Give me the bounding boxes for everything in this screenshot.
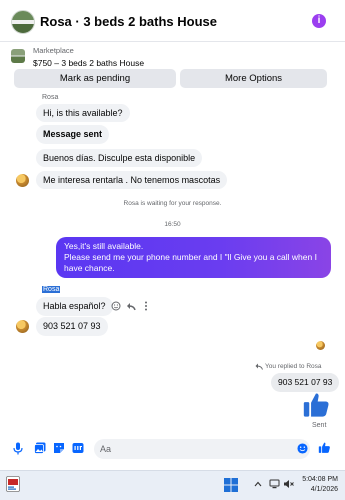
more-options-button[interactable]: More Options [180, 69, 327, 88]
message-bubble[interactable]: Habla español? [36, 297, 113, 316]
message-input[interactable] [94, 439, 310, 459]
time-divider: 16:50 [164, 221, 181, 228]
conversation-header: Rosa · 3 beds 2 baths House i [0, 0, 345, 42]
message-bubble[interactable]: Me interesa rentarla . No tenemos mascot… [36, 171, 228, 189]
waiting-note: Rosa is waiting for your response. [123, 200, 222, 207]
sent-status: Sent [312, 422, 327, 429]
replied-arrow-icon [255, 363, 263, 370]
message-bubble[interactable]: Hi, is this available? [36, 104, 130, 122]
sticker-icon[interactable] [53, 442, 65, 454]
gif-icon[interactable] [72, 442, 84, 454]
marketplace-label: Marketplace [33, 46, 74, 55]
listing-avatar[interactable] [11, 10, 35, 34]
app-icon[interactable] [6, 476, 20, 492]
mic-icon[interactable] [13, 442, 23, 455]
outgoing-message-bubble[interactable]: Yes,it's still available. Please send me… [56, 237, 331, 278]
chevron-up-icon[interactable] [254, 481, 262, 487]
taskbar-time: 5:04:08 PM [302, 476, 338, 483]
network-icon[interactable] [269, 479, 280, 489]
emoji-icon[interactable] [297, 443, 308, 454]
listing-title[interactable]: $750 – 3 beds 2 baths House [33, 58, 144, 68]
taskbar-clock[interactable]: 5:04:08 PM 4/1/2026 [292, 475, 338, 495]
windows-start-icon[interactable] [224, 478, 238, 492]
mark-pending-button[interactable]: Mark as pending [14, 69, 176, 88]
listing-thumbnail[interactable] [11, 49, 25, 63]
taskbar-date: 4/1/2026 [310, 486, 338, 493]
seen-avatar [316, 341, 325, 350]
reply-note: You replied to Rosa [265, 363, 322, 370]
message-bubble[interactable]: Buenos días. Disculpe esta disponible [36, 149, 203, 167]
message-input-placeholder: Aa [100, 444, 112, 454]
contact-avatar[interactable] [16, 174, 29, 187]
thumbs-up-icon[interactable] [302, 390, 331, 419]
info-icon[interactable]: i [312, 14, 326, 28]
message-bubble[interactable]: Message sent [36, 125, 110, 144]
more-icon[interactable] [143, 301, 149, 311]
send-like-icon[interactable] [318, 441, 331, 454]
reply-icon[interactable] [126, 301, 136, 311]
sender-name: Rosa [42, 94, 59, 101]
sender-name-selected: Rosa [42, 286, 61, 293]
conversation-title[interactable]: Rosa · 3 beds 2 baths House [40, 14, 217, 29]
image-icon[interactable] [34, 442, 46, 454]
message-bubble[interactable]: 903 521 07 93 [36, 317, 108, 336]
reaction-icon[interactable] [111, 301, 121, 311]
contact-avatar[interactable] [16, 320, 29, 333]
